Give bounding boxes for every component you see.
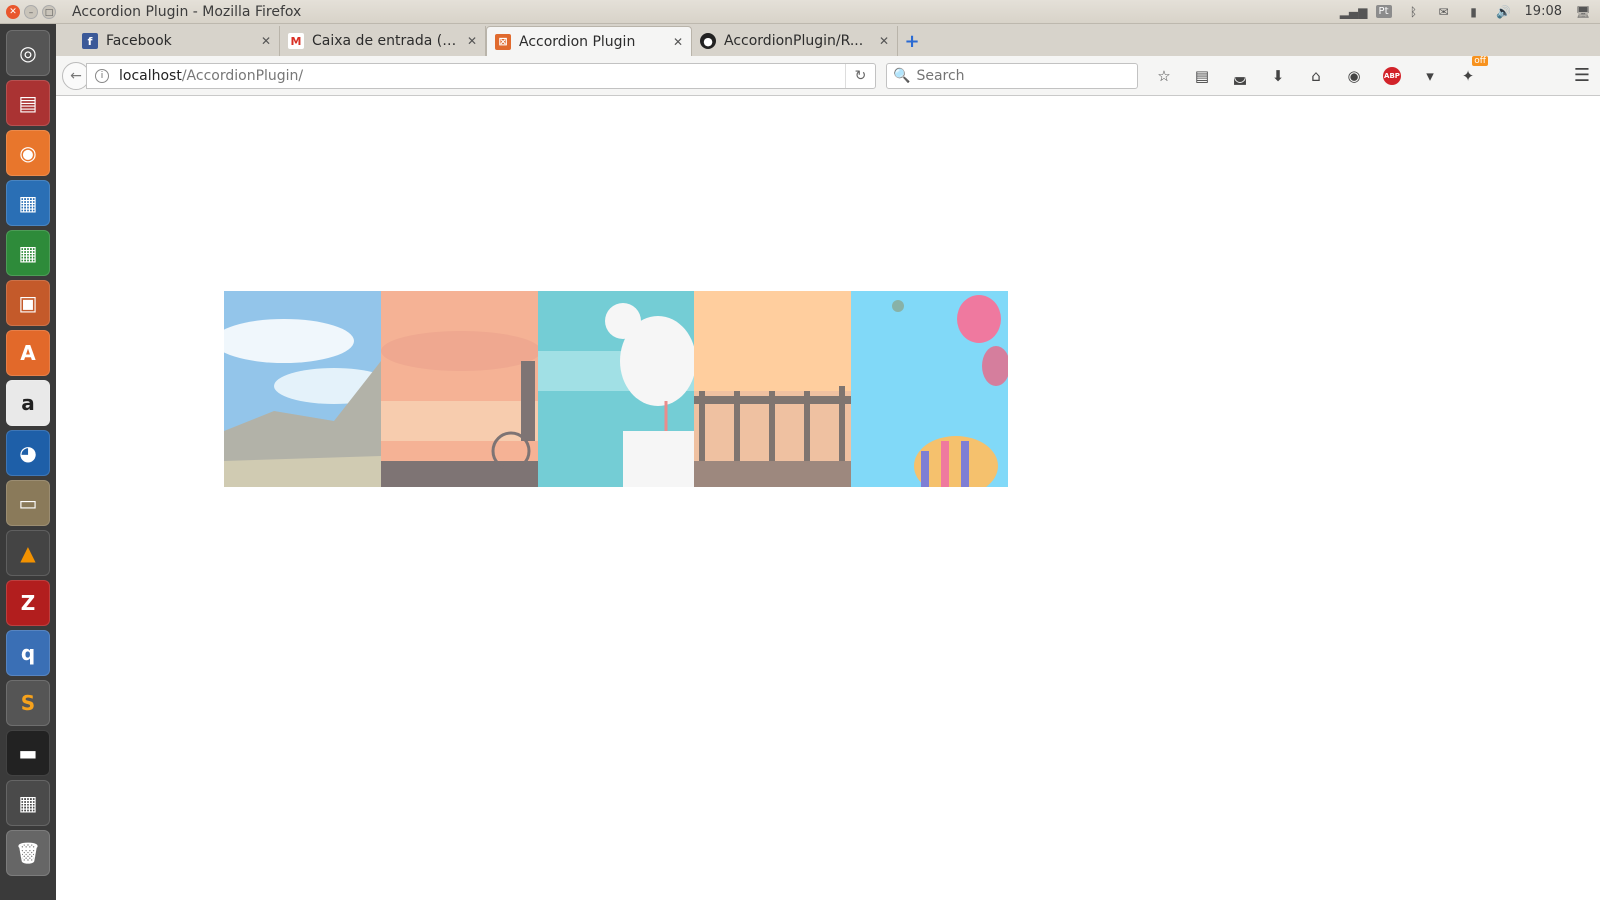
window-controls: ✕ – □	[6, 4, 56, 19]
pier-sunset-image	[694, 291, 852, 487]
navigation-toolbar: ← i localhost/AccordionPlugin/ ↻ 🔍 ☆ ▤ ◛…	[56, 55, 1600, 96]
close-window-button[interactable]: ✕	[6, 4, 20, 19]
file-cabinet-icon[interactable]: ▤	[6, 80, 50, 126]
hamburger-menu-icon[interactable]: ☰	[1570, 64, 1594, 88]
bluetooth-icon[interactable]: ᛒ	[1405, 4, 1423, 20]
image-accordion	[224, 291, 1008, 487]
thunderbird-icon[interactable]: ◕	[6, 430, 50, 476]
new-tab-button[interactable]: +	[898, 26, 926, 56]
close-tab-icon[interactable]: ✕	[467, 34, 477, 48]
accordion-panel-hot-air-balloons[interactable]	[851, 291, 1008, 487]
url-host: localhost	[119, 67, 182, 84]
session-menu-icon[interactable]: 🖥	[1574, 4, 1592, 20]
tab-facebook[interactable]: f Facebook ✕	[74, 26, 280, 56]
sunset-cyclist-image	[380, 291, 538, 487]
url-bar[interactable]: i localhost/AccordionPlugin/ ↻	[86, 62, 876, 89]
github-icon: ●	[700, 33, 716, 49]
pocket-icon[interactable]: ◛	[1228, 64, 1252, 88]
battery-icon[interactable]: ▮	[1465, 4, 1483, 20]
home-icon[interactable]: ⌂	[1304, 64, 1328, 88]
accordion-panel-sunset-cyclist[interactable]	[380, 291, 538, 487]
downloads-icon[interactable]: ⬇	[1266, 64, 1290, 88]
search-bar[interactable]: 🔍	[886, 62, 1138, 89]
close-tab-icon[interactable]: ✕	[261, 34, 271, 48]
facebook-icon: f	[82, 33, 98, 49]
files-icon[interactable]: ▭	[6, 480, 50, 526]
maximize-window-button[interactable]: □	[42, 4, 56, 19]
calc-icon[interactable]: ▦	[6, 230, 50, 276]
gmail-icon: M	[288, 33, 304, 49]
tab-bar: f Facebook ✕ M Caixa de entrada (1... ✕ …	[56, 24, 1600, 56]
impress-icon[interactable]: ▣	[6, 280, 50, 326]
bookmark-star-icon[interactable]: ☆	[1152, 64, 1176, 88]
mountain-sky-image	[224, 291, 381, 487]
dash-home-icon[interactable]: ◎	[6, 30, 50, 76]
tab-github[interactable]: ● AccordionPlugin/R... ✕	[692, 26, 898, 56]
window-title: Accordion Plugin - Mozilla Firefox	[72, 3, 302, 20]
url-path: /AccordionPlugin/	[181, 67, 304, 84]
adblock-plus-icon[interactable]: ABP	[1380, 64, 1404, 88]
search-icon: 🔍	[893, 67, 911, 84]
toolbar-icons: ☆ ▤ ◛ ⬇ ⌂ ◉ ABP ▾ ✦ off ☰	[1152, 55, 1594, 88]
minimize-window-button[interactable]: –	[24, 4, 38, 19]
workspace-switcher-icon[interactable]: ▦	[6, 780, 50, 826]
terminal-icon[interactable]: ▬	[6, 730, 50, 776]
tab-accordion-plugin[interactable]: ⊠ Accordion Plugin ✕	[486, 26, 692, 56]
site-info-icon[interactable]: i	[95, 68, 109, 83]
unity-launcher: ◎ ▤ ◉ ▦ ▦ ▣ A a ◕ ▭ ▲ Z q S ▬ ▦ 🗑	[0, 24, 56, 900]
volume-icon[interactable]: 🔊	[1495, 4, 1513, 20]
system-top-panel: ✕ – □ Accordion Plugin - Mozilla Firefox…	[0, 0, 1600, 24]
tab-title: AccordionPlugin/R...	[724, 33, 864, 49]
tab-gmail[interactable]: M Caixa de entrada (1... ✕	[280, 26, 486, 56]
extension-off-icon[interactable]: ✦ off	[1456, 55, 1488, 88]
firefox-icon[interactable]: ◉	[6, 130, 50, 176]
qbittorrent-icon[interactable]: q	[6, 630, 50, 676]
extension-dropdown-icon[interactable]: ▾	[1418, 64, 1442, 88]
sublime-text-icon[interactable]: S	[6, 680, 50, 726]
reload-button[interactable]: ↻	[845, 63, 875, 88]
accordion-panel-pier-sunset[interactable]	[694, 291, 852, 487]
network-signal-icon[interactable]: ▂▄▆	[1340, 4, 1368, 20]
tab-title: Accordion Plugin	[519, 33, 636, 50]
hot-air-balloons-image	[851, 291, 1008, 487]
mail-icon[interactable]: ✉	[1435, 4, 1453, 20]
extension-badge: off	[1472, 55, 1488, 66]
hello-chat-icon[interactable]: ◉	[1342, 64, 1366, 88]
filezilla-icon[interactable]: Z	[6, 580, 50, 626]
bookmarks-menu-icon[interactable]: ▤	[1190, 64, 1214, 88]
tab-title: Facebook	[106, 33, 172, 49]
software-center-icon[interactable]: A	[6, 330, 50, 376]
tab-title: Caixa de entrada (1...	[312, 33, 459, 49]
amazon-icon[interactable]: a	[6, 380, 50, 426]
close-tab-icon[interactable]: ✕	[879, 34, 889, 48]
page-content	[56, 96, 1600, 900]
keyboard-layout-indicator[interactable]: Pt	[1375, 4, 1393, 20]
close-tab-icon[interactable]: ✕	[673, 35, 683, 49]
vlc-icon[interactable]: ▲	[6, 530, 50, 576]
trash-icon[interactable]: 🗑	[6, 830, 50, 876]
system-tray: ▂▄▆ Pt ᛒ ✉ ▮ 🔊 19:08 🖥	[1340, 4, 1600, 20]
page-icon: ⊠	[495, 33, 511, 50]
accordion-panel-seagull-sea[interactable]	[537, 291, 695, 487]
clock[interactable]: 19:08	[1525, 4, 1562, 19]
search-input[interactable]	[916, 67, 1117, 84]
accordion-panel-mountain-sky[interactable]	[224, 291, 381, 487]
seagull-sea-image	[537, 291, 695, 487]
writer-icon[interactable]: ▦	[6, 180, 50, 226]
